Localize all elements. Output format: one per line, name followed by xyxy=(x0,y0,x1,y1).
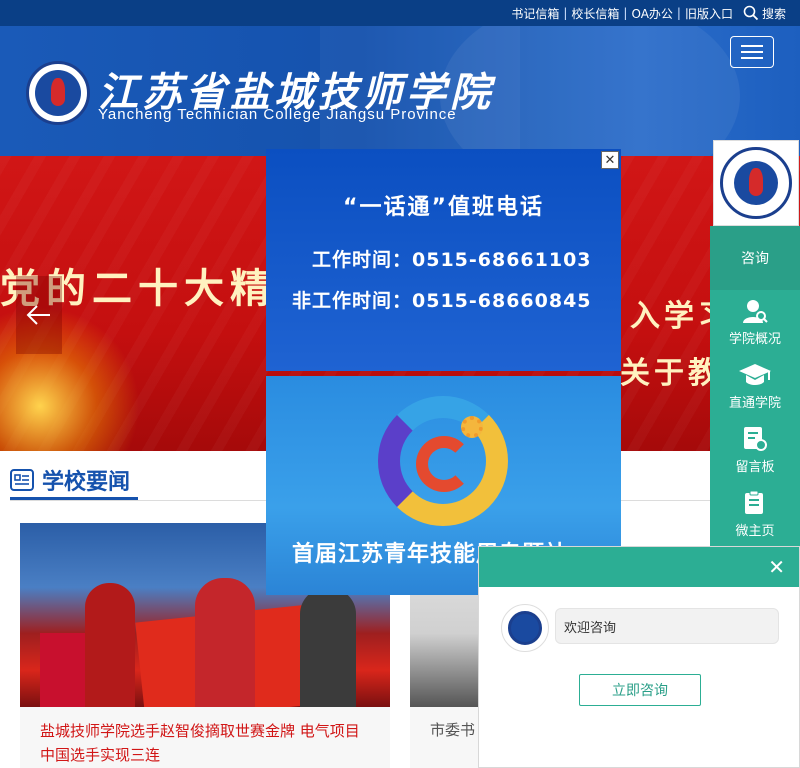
side-item-label: 学院概况 xyxy=(728,331,781,347)
image-shape xyxy=(85,583,135,707)
banner-slogan-right-2: 关于教 xyxy=(620,356,722,391)
site-header: 江苏省盐城技师学院 Yancheng Technician College Ji… xyxy=(0,26,800,156)
side-consult-button[interactable]: 咨询 xyxy=(710,226,800,290)
popup-phone-panel[interactable]: “一话通”值班电话 工作时间：0515-68661103 非工作时间：0515-… xyxy=(266,149,621,371)
college-emblem-core xyxy=(734,161,778,205)
image-shape xyxy=(300,588,356,707)
popup-work-hours: 工作时间：0515-68661103 xyxy=(312,249,592,271)
graduation-cap-icon xyxy=(739,363,771,385)
side-item-micro-home[interactable]: 微主页 xyxy=(710,482,800,546)
banner-prev-button[interactable] xyxy=(16,276,62,354)
site-subtitle: Yancheng Technician College Jiangsu Prov… xyxy=(98,106,457,123)
message-board-icon xyxy=(744,426,767,451)
side-item-direct[interactable]: 直通学院 xyxy=(710,354,800,418)
news-section-title[interactable]: 学校要闻 xyxy=(42,464,130,496)
old-version-link[interactable]: 旧版入口 xyxy=(685,5,733,22)
separator: | xyxy=(676,6,681,20)
oa-office-link[interactable]: OA办公 xyxy=(631,5,672,22)
menu-icon-bar xyxy=(741,45,763,47)
separator: | xyxy=(563,6,568,20)
user-search-icon xyxy=(743,299,768,323)
college-emblem-icon xyxy=(720,147,792,219)
micro-home-icon xyxy=(745,490,763,514)
news-section-header: 学校要闻 xyxy=(10,460,130,500)
news-card-caption[interactable]: 市委书 xyxy=(410,707,480,752)
chat-close-button[interactable]: ✕ xyxy=(768,557,785,577)
college-emblem-icon xyxy=(508,611,542,645)
hamburger-menu-button[interactable] xyxy=(730,36,774,68)
menu-icon-bar xyxy=(741,57,763,59)
news-card-caption[interactable]: 盐城技师学院选手赵智俊摘取世赛金牌 电气项目中国选手实现三连 xyxy=(20,707,390,768)
side-item-label: 微主页 xyxy=(735,523,775,539)
search-label: 搜索 xyxy=(761,6,786,21)
duty-phone-popup: “一话通”值班电话 工作时间：0515-68661103 非工作时间：0515-… xyxy=(266,149,621,595)
side-item-label: 直通学院 xyxy=(728,395,781,411)
popup-off-hours: 非工作时间：0515-68660845 xyxy=(292,290,592,312)
consult-chat-widget: ✕ 欢迎咨询 立即咨询 xyxy=(478,546,800,768)
news-icon xyxy=(10,469,34,491)
image-shape xyxy=(195,578,255,707)
arrow-left-icon xyxy=(26,305,50,325)
chat-avatar xyxy=(501,604,549,652)
youth-skills-logo-icon xyxy=(416,436,472,492)
college-logo[interactable] xyxy=(26,61,90,125)
search-button[interactable]: 搜索 xyxy=(743,5,786,22)
side-college-logo[interactable] xyxy=(713,140,799,226)
menu-icon-bar xyxy=(741,51,763,53)
secretary-mailbox-link[interactable]: 书记信箱 xyxy=(511,5,559,22)
side-quick-panel: 咨询 学院概况 直通学院 留言板 微主页 xyxy=(710,226,800,548)
side-item-overview[interactable]: 学院概况 xyxy=(710,290,800,354)
search-icon xyxy=(743,5,759,21)
start-consult-button[interactable]: 立即咨询 xyxy=(579,674,701,706)
college-emblem-icon xyxy=(35,70,81,116)
popup-close-button[interactable]: ✕ xyxy=(601,151,619,169)
chat-header: ✕ xyxy=(479,547,799,587)
gear-icon xyxy=(461,416,483,438)
side-item-message-board[interactable]: 留言板 xyxy=(710,418,800,482)
principal-mailbox-link[interactable]: 校长信箱 xyxy=(571,5,619,22)
separator: | xyxy=(623,6,628,20)
top-utility-bar: 书记信箱 | 校长信箱 | OA办公 | 旧版入口 搜索 xyxy=(0,0,800,26)
popup-title: “一话通”值班电话 xyxy=(343,195,544,220)
side-item-label: 留言板 xyxy=(735,459,775,475)
chat-greeting-bubble: 欢迎咨询 xyxy=(555,608,779,644)
